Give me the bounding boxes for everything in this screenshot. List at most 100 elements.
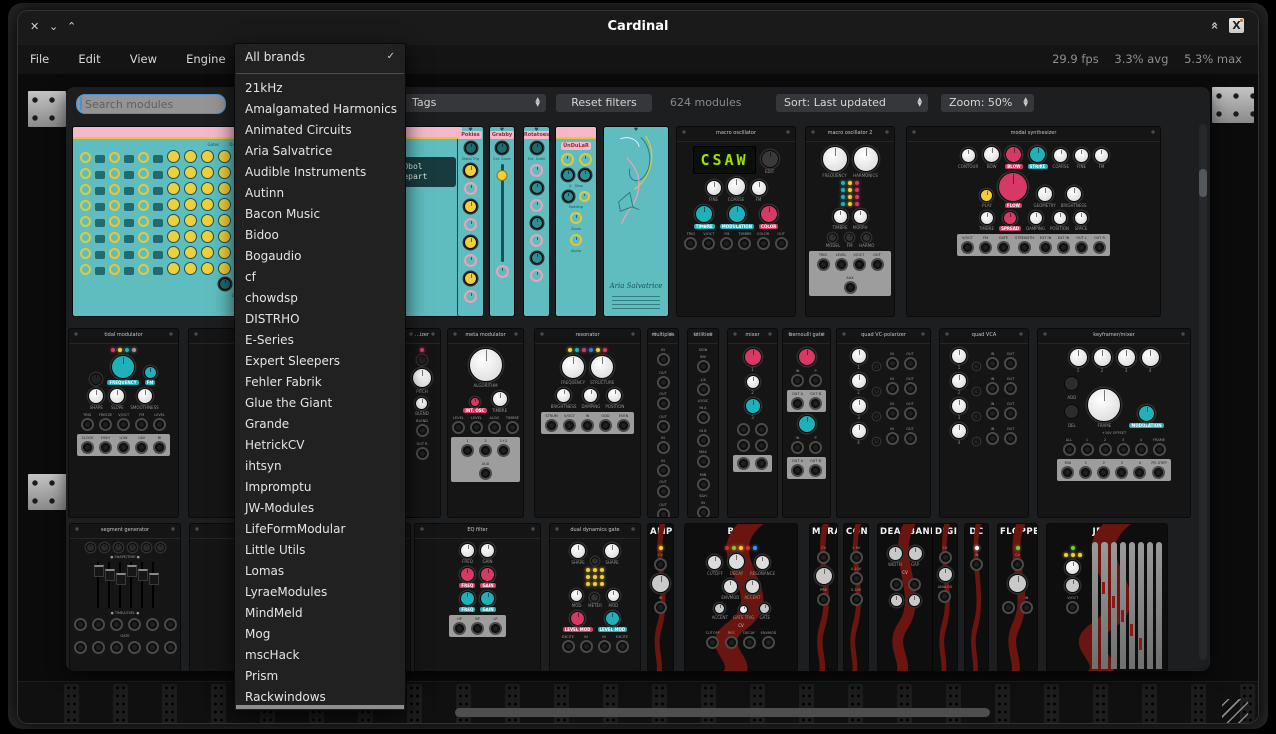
slider-track[interactable]	[141, 562, 143, 608]
module-card-flopper[interactable]: FLOPPERCVIN	[998, 524, 1037, 671]
brand-item[interactable]: LyraeModules	[235, 582, 405, 603]
module-card-panel[interactable]: Aria Salvatrice	[604, 127, 668, 316]
module-card--izer[interactable]: …izerPITCHBLENDBLENDOUT R	[404, 329, 440, 517]
slider-track[interactable]	[97, 562, 99, 608]
brand-item[interactable]: E-Series	[235, 330, 405, 351]
brand-item[interactable]: HetrickCV	[235, 435, 405, 456]
brand-item[interactable]: 21kHz	[235, 78, 405, 99]
edit-button[interactable]	[1064, 404, 1079, 419]
brand-item[interactable]: Autinn	[235, 183, 405, 204]
collapse-all-icon[interactable]: »	[1207, 21, 1222, 29]
module-card-conv[interactable]: CONV+ 5V0-10V0-10V	[844, 524, 868, 671]
brand-item[interactable]: Grande	[235, 414, 405, 435]
tags-select[interactable]: Tags ▲▼	[404, 94, 546, 112]
slider-track[interactable]	[152, 562, 154, 608]
brand-item[interactable]: Prism	[235, 666, 405, 687]
brand-item[interactable]: Bacon Music	[235, 204, 405, 225]
jack-cell: V/OCT	[563, 414, 576, 432]
brand-item[interactable]: ihtsyn	[235, 456, 405, 477]
module-card-quad-vc-polarizer[interactable]: quad VC-polarizer1INOUT2INOUT3INOUT4INOU…	[837, 329, 930, 517]
module-card-utilities[interactable]: utilitiesSIGNINV1/XLOGICIN AIN BMAXMINS&…	[688, 329, 718, 517]
brand-item[interactable]: LifeFormModular	[235, 519, 405, 540]
module-card-mera[interactable]: MERACVPRE	[810, 524, 837, 671]
knob	[579, 169, 591, 181]
edit-button[interactable]	[1064, 376, 1079, 391]
slider-track[interactable]	[119, 562, 121, 608]
horizontal-scrollbar[interactable]	[455, 708, 990, 717]
brand-item[interactable]: DISTRHO	[235, 309, 405, 330]
module-card-resonator[interactable]: resonatorFREQUENCYSTRUCTUREBRIGHTNESSDAM…	[535, 329, 640, 517]
module-card-macro-oscillator[interactable]: macro oscillatorCSAWEDITFINECOARSEFMTIMB…	[677, 127, 795, 316]
module-card-pokies[interactable]: PokiesDistal Trig	[458, 127, 483, 316]
jack-label: EXCITE	[562, 635, 574, 639]
slider-handle[interactable]	[94, 565, 104, 577]
module-card-dual-dynamics-gate[interactable]: dual dynamics gateSHAPESHAPEMODMETERMODL…	[550, 524, 640, 671]
module-card-dc[interactable]: DCIN	[965, 524, 988, 671]
brand-item[interactable]: Little Utils	[235, 540, 405, 561]
brand-item[interactable]: chowdsp	[235, 288, 405, 309]
search-input[interactable]	[83, 95, 217, 113]
module-card-tidal-modulator[interactable]: tidal modulatorFREQUENCYFMSHAPESLOPESMOO…	[69, 329, 178, 517]
slider-handle[interactable]	[116, 573, 126, 585]
module-card-bass[interactable]: BASSCUTOFFDECAYRESONANCEENVMODACCENTACCE…	[685, 524, 797, 671]
slider-handle[interactable]	[105, 569, 115, 581]
zoom-select[interactable]: Zoom: 50% ▲▼	[941, 94, 1034, 112]
brand-item[interactable]: Mog	[235, 624, 405, 645]
jack-cell: OUT	[657, 371, 670, 389]
vertical-slider[interactable]	[501, 164, 504, 262]
vertical-scrollbar-thumb[interactable]	[1199, 169, 1207, 197]
dropdown-scroll-hint[interactable]	[236, 705, 404, 709]
module-card-mixer[interactable]: mixer123	[728, 329, 777, 517]
brand-item[interactable]: Glue the Giant	[235, 393, 405, 414]
module-card-amp[interactable]: AMPCVIN	[648, 524, 673, 671]
brand-item[interactable]: Fehler Fabrik	[235, 372, 405, 393]
slider-handle[interactable]	[127, 565, 137, 577]
module-card-jette[interactable]: JETTEV/OCT	[1047, 524, 1167, 671]
slider-ball[interactable]	[497, 170, 508, 181]
menu-file[interactable]: File	[18, 45, 61, 73]
brand-item[interactable]: Audible Instruments	[235, 162, 405, 183]
slider-track[interactable]	[130, 562, 132, 608]
module-card-quad-vca[interactable]: quad VCA1INOUT2INOUT3INOUT4INOUT	[940, 329, 1028, 517]
module-card-keyframer-mixer[interactable]: keyframer/mixer1234ADDDELFRAMEMODULATION…	[1038, 329, 1190, 517]
menu-edit[interactable]: Edit	[66, 45, 112, 73]
module-card-digi[interactable]: DIGICVANALOG	[933, 524, 957, 671]
reset-filters-button[interactable]: Reset filters	[556, 94, 652, 112]
brand-item[interactable]: mscHack	[235, 645, 405, 666]
module-card-eq-filter[interactable]: EQ filterFREQGAINFREQGAINFREQGAINHPBPLP	[415, 524, 540, 671]
vertical-scrollbar-track[interactable]	[1199, 124, 1207, 660]
knob	[144, 366, 157, 379]
module-card-deadband[interactable]: DEADBANDWIDTHGAPCV	[878, 524, 932, 671]
brand-item[interactable]: Bogaudio	[235, 246, 405, 267]
slider-handle[interactable]	[149, 573, 159, 585]
brand-item[interactable]: Aria Salvatrice	[235, 141, 405, 162]
brand-item[interactable]: JW-Modules	[235, 498, 405, 519]
sort-select[interactable]: Sort: Last updated ▲▼	[776, 94, 928, 112]
brand-item[interactable]: Bidoo	[235, 225, 405, 246]
knob	[607, 388, 622, 403]
module-card--ndular[interactable]: ÛnDuLaRX StepPaddingZoomAlpha	[556, 127, 596, 316]
brand-item[interactable]: MindMeld	[235, 603, 405, 624]
slider-track[interactable]	[108, 562, 110, 608]
brand-item[interactable]: Expert Sleepers	[235, 351, 405, 372]
menu-view[interactable]: View	[118, 45, 169, 73]
brand-item[interactable]: Amalgamated Harmonics	[235, 99, 405, 120]
module-card-macro-oscillator-2[interactable]: macro oscillator 2FREQUENCYHARMONICSTIMB…	[806, 127, 894, 316]
brand-item[interactable]: Animated Circuits	[235, 120, 405, 141]
brand-item-all[interactable]: All brands ✓	[235, 44, 405, 70]
module-card-segment-generator[interactable]: segment generator● SHAPE/TIME ●● TIME/LE…	[70, 524, 180, 671]
module-card-modal-synthesizer[interactable]: modal synthesizerCONTOURBOWBLOWSTRIKECOA…	[907, 127, 1160, 316]
resize-handle[interactable]	[1222, 699, 1248, 723]
module-card-grabby[interactable]: GrabbyExt. Scale	[490, 127, 514, 316]
module-card-meta-modulator[interactable]: meta modulatorALGORITHMINT. OSCTIMBRELEV…	[448, 329, 523, 517]
brand-item[interactable]: Lomas	[235, 561, 405, 582]
jack-cell: ODD	[599, 414, 612, 432]
brand-item[interactable]: cf	[235, 267, 405, 288]
brand-item[interactable]: Impromptu	[235, 477, 405, 498]
slider-handle[interactable]	[138, 569, 148, 581]
module-card-multiples[interactable]: multiplesINOUTOUTOUTININOUTOUTINININOUT	[648, 329, 678, 517]
module-card-bernoulli-gate[interactable]: bernoulli gateINPOUT AOUT BINPOUT AOUT B	[783, 329, 830, 517]
menu-engine[interactable]: Engine	[174, 45, 237, 73]
module-card-rotatoes[interactable]: RotatoesExt. Scale	[524, 127, 549, 316]
knob	[480, 591, 495, 606]
